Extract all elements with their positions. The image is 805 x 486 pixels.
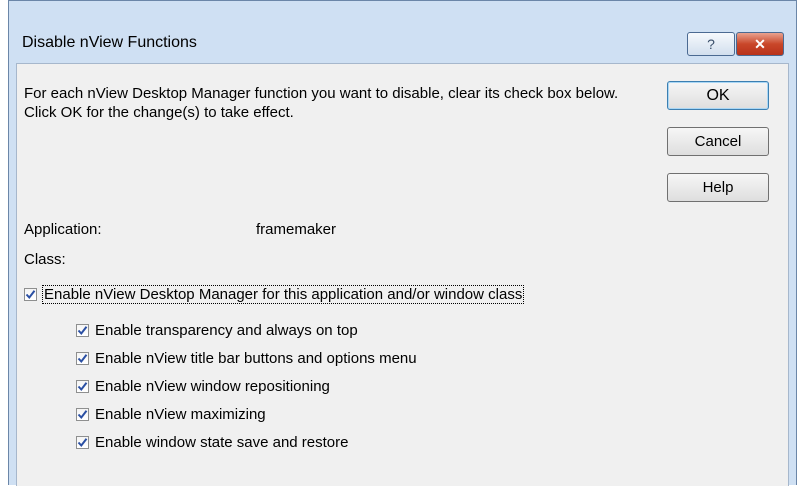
repositioning-checkbox[interactable] (76, 380, 89, 393)
enable-nview-checkbox-row[interactable]: Enable nView Desktop Manager for this ap… (24, 285, 525, 304)
titlebar-close-button[interactable]: ✕ (736, 32, 784, 56)
repositioning-label: Enable nView window repositioning (95, 378, 330, 395)
maximizing-label: Enable nView maximizing (95, 406, 266, 423)
maximizing-checkbox[interactable] (76, 408, 89, 421)
checkbox-row-transparency[interactable]: Enable transparency and always on top (76, 322, 358, 339)
state-save-checkbox[interactable] (76, 436, 89, 449)
check-icon (77, 410, 88, 420)
application-value: framemaker (256, 221, 337, 238)
class-label: Class: (24, 251, 66, 268)
ok-button-label: OK (706, 86, 730, 104)
help-button[interactable]: Help (667, 173, 769, 202)
cancel-button[interactable]: Cancel (667, 127, 769, 156)
check-icon (25, 290, 36, 300)
enable-nview-label: Enable nView Desktop Manager for this ap… (41, 285, 525, 304)
ok-button[interactable]: OK (667, 81, 769, 110)
close-icon: ✕ (754, 35, 766, 52)
check-icon (77, 438, 88, 448)
transparency-checkbox[interactable] (76, 324, 89, 337)
dialog-title: Disable nView Functions (22, 34, 197, 51)
title-bar-buttons-label: Enable nView title bar buttons and optio… (95, 350, 417, 367)
checkbox-row-repositioning[interactable]: Enable nView window repositioning (76, 378, 330, 395)
cancel-button-label: Cancel (694, 133, 742, 150)
check-icon (77, 354, 88, 364)
checkbox-row-state-save[interactable]: Enable window state save and restore (76, 434, 348, 451)
enable-nview-checkbox[interactable] (24, 288, 37, 301)
application-label: Application: (24, 221, 102, 238)
checkbox-row-title-bar-buttons[interactable]: Enable nView title bar buttons and optio… (76, 350, 417, 367)
dialog-client-area: For each nView Desktop Manager function … (16, 63, 789, 486)
state-save-label: Enable window state save and restore (95, 434, 349, 451)
title-bar-buttons-checkbox[interactable] (76, 352, 89, 365)
help-button-label: Help (702, 179, 734, 196)
description-text: For each nView Desktop Manager function … (24, 85, 619, 121)
check-icon (77, 382, 88, 392)
dialog-window: Disable nView Functions ? ✕ For each nVi… (8, 0, 797, 486)
transparency-label: Enable transparency and always on top (95, 322, 358, 339)
help-icon: ? (707, 36, 715, 52)
check-icon (77, 326, 88, 336)
checkbox-row-maximizing[interactable]: Enable nView maximizing (76, 406, 266, 423)
titlebar-help-button[interactable]: ? (687, 32, 735, 56)
